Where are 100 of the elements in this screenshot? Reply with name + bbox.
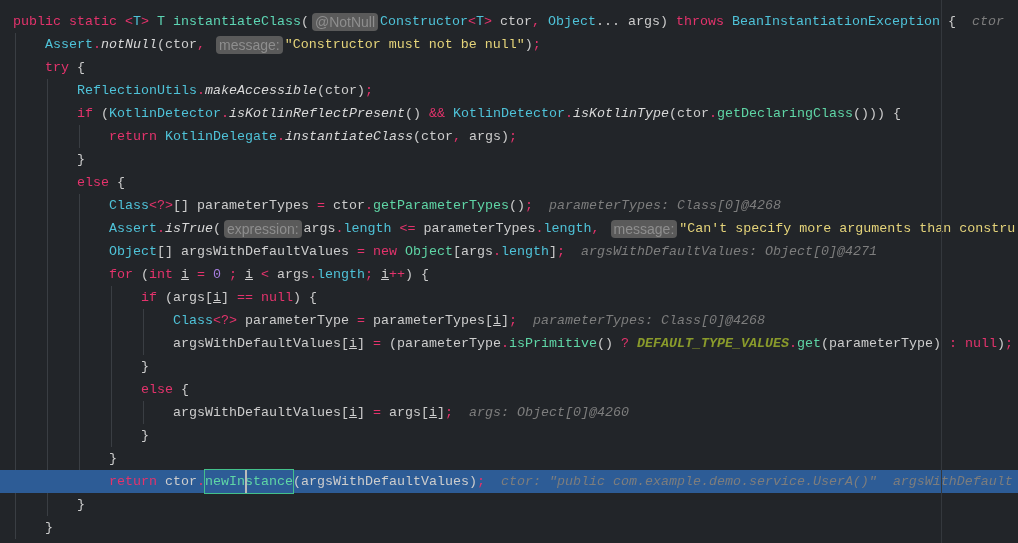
keyword: int — [149, 266, 174, 284]
type-name: ReflectionUtils — [77, 82, 197, 100]
type-name: Assert — [45, 36, 93, 54]
keyword: return — [109, 473, 158, 491]
code-text: } — [141, 358, 149, 376]
code-text: ] — [221, 289, 230, 307]
keyword: return — [109, 128, 158, 146]
method-declaration: T instantiateClass — [157, 13, 301, 31]
operator: ++ — [389, 266, 405, 284]
loop-variable: i — [245, 266, 253, 284]
code-text: [] argsWithDefaultValues — [157, 243, 350, 261]
debug-value: ctor — [972, 13, 1004, 31]
loop-variable: i — [348, 404, 357, 422]
operator: < — [468, 13, 477, 31]
code-text: args) — [468, 128, 509, 146]
debug-value: parameterTypes: Class[0]@4268 — [532, 312, 765, 330]
code-text: ) — [996, 335, 1005, 353]
operator: <= — [399, 220, 417, 238]
loop-variable: i — [181, 266, 189, 284]
code-text: (ctor — [412, 128, 453, 146]
code-text: (parameterType — [388, 335, 501, 353]
code-text: { — [117, 174, 125, 192]
code-text: { — [947, 13, 956, 31]
operator: > — [141, 13, 150, 31]
operator: . — [500, 335, 509, 353]
operator: , — [452, 128, 462, 146]
type-name: Object — [548, 13, 597, 31]
operator: . — [335, 220, 344, 238]
code-text: ctor — [332, 197, 365, 215]
debug-value: argsWithDefaultValues: Object[0]@4271 — [580, 243, 877, 261]
keyword: public static — [13, 13, 118, 31]
code-text: (args[ — [165, 289, 213, 307]
keyword: else — [77, 174, 110, 192]
operator: < — [125, 13, 133, 31]
type-name: BeanInstantiationException — [732, 13, 940, 31]
operator: . — [197, 82, 205, 100]
code-text: () — [596, 335, 614, 353]
operator: . — [364, 197, 373, 215]
operator: . — [564, 105, 573, 123]
debug-value: ctor: "public com.example.demo.service.UserA()" — [500, 473, 877, 491]
operator: <?> — [149, 197, 173, 215]
operator: = — [196, 266, 206, 284]
code-text: { — [181, 381, 189, 399]
operator: = — [372, 404, 382, 422]
debug-value: args: Object[0]@4260 — [468, 404, 629, 422]
code-text: (argsWithDefaultValues) — [293, 473, 477, 491]
operator: . — [93, 36, 101, 54]
operator: = — [316, 197, 326, 215]
field-name: length — [343, 220, 393, 238]
type-name: Class — [173, 312, 213, 330]
method-call: getDeclaringClass — [716, 105, 853, 123]
static-call: isTrue — [165, 220, 213, 238]
code-text: parameterType — [245, 312, 350, 330]
code-text: ())) { — [852, 105, 901, 123]
code-text: () — [508, 197, 525, 215]
type-name: Class — [109, 197, 149, 215]
code-text: args — [277, 266, 309, 284]
type-name: Assert — [109, 220, 157, 238]
keyword: else — [141, 381, 174, 399]
code-text: } — [109, 450, 117, 468]
operator: ; — [228, 266, 238, 284]
operator: , — [532, 13, 542, 31]
method-call: getParameterTypes — [372, 197, 509, 215]
operator: . — [157, 220, 165, 238]
code-text: ) { — [405, 266, 429, 284]
operator: . — [535, 220, 544, 238]
code-text: ] — [436, 404, 445, 422]
method-call: get — [796, 335, 821, 353]
code-text: ( — [141, 266, 149, 284]
code-text: args[ — [388, 404, 429, 422]
method-call: isPrimitive — [508, 335, 597, 353]
operator: ; — [508, 128, 517, 146]
keyword: null — [261, 289, 293, 307]
type-name: Object — [109, 243, 157, 261]
operator: ; — [365, 266, 374, 284]
operator: ; — [364, 82, 373, 100]
operator: ; — [508, 312, 517, 330]
type-name: KotlinDetector — [452, 105, 565, 123]
code-text: ctor — [500, 13, 533, 31]
code-text: (parameterType) — [820, 335, 942, 353]
string-literal: "Constructor must not be null" — [284, 36, 525, 54]
operator: ; — [444, 404, 453, 422]
operator: < — [260, 266, 270, 284]
code-text: argsWithDefaultValues[ — [173, 335, 349, 353]
code-text: () — [404, 105, 422, 123]
operator: == — [237, 289, 254, 307]
code-text: ... args) — [596, 13, 670, 31]
loop-variable: i — [492, 312, 501, 330]
code-text: parameterTypes[ — [373, 312, 493, 330]
keyword: if — [141, 289, 158, 307]
constant-name: DEFAULT_TYPE_VALUES — [636, 335, 789, 353]
type-name: T — [133, 13, 141, 31]
operator: . — [277, 128, 285, 146]
code-text: ] — [548, 243, 557, 261]
keyword: if — [77, 105, 94, 123]
code-text: } — [77, 496, 85, 514]
code-text: } — [141, 427, 149, 445]
keyword: try — [45, 59, 70, 77]
operator: . — [309, 266, 317, 284]
operator: , — [197, 36, 206, 54]
